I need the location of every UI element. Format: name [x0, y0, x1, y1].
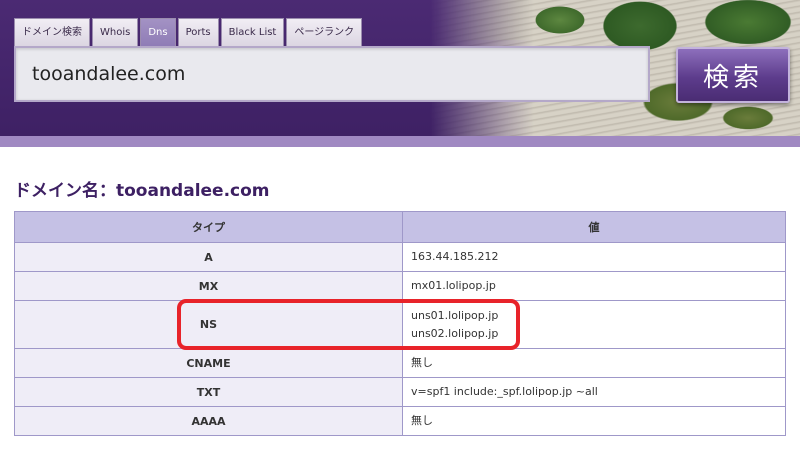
record-value: 無し — [402, 348, 786, 378]
record-type: TXT — [14, 377, 403, 407]
search-button[interactable]: 検索 — [676, 47, 790, 103]
search-box — [14, 46, 650, 102]
tab-whois[interactable]: Whois — [92, 18, 139, 46]
tab-ports[interactable]: Ports — [177, 18, 219, 46]
record-value-line: 無し — [411, 356, 433, 369]
nav-tabs: ドメイン検索 Whois Dns Ports Black List ページランク — [14, 18, 363, 46]
dns-records-table: タイプ 値 A 163.44.185.212 MX mx01.lolipop.j… — [14, 211, 786, 436]
record-value: v=spf1 include:_spf.lolipop.jp ~all — [402, 377, 786, 407]
table-row: CNAME 無し — [14, 348, 786, 378]
tab-pagerank[interactable]: ページランク — [286, 18, 363, 46]
record-value: mx01.lolipop.jp — [402, 271, 786, 301]
table-row: AAAA 無し — [14, 406, 786, 436]
tab-blacklist[interactable]: Black List — [220, 18, 285, 46]
record-type: MX — [14, 271, 403, 301]
table-row: NS uns01.lolipop.jp uns02.lolipop.jp — [14, 300, 786, 349]
record-value-line: uns02.lolipop.jp — [411, 326, 499, 340]
table-row: A 163.44.185.212 — [14, 242, 786, 272]
table-header-row: タイプ 値 — [14, 211, 786, 243]
record-type: NS — [14, 300, 403, 349]
table-row: MX mx01.lolipop.jp — [14, 271, 786, 301]
record-value-line: 無し — [411, 414, 433, 427]
header-stripe — [0, 136, 800, 147]
record-value-line: uns01.lolipop.jp — [411, 308, 499, 322]
record-value: 無し — [402, 406, 786, 436]
tab-domain-search[interactable]: ドメイン検索 — [14, 18, 90, 46]
page-title: ドメイン名：tooandalee.com — [14, 181, 270, 201]
header: ドメイン検索 Whois Dns Ports Black List ページランク… — [0, 0, 800, 147]
column-header-value: 値 — [402, 211, 786, 243]
tab-dns[interactable]: Dns — [140, 18, 176, 46]
record-type: AAAA — [14, 406, 403, 436]
record-value: uns01.lolipop.jp uns02.lolipop.jp — [402, 300, 786, 349]
column-header-type: タイプ — [14, 211, 403, 243]
search-input[interactable] — [16, 48, 648, 100]
table-row: TXT v=spf1 include:_spf.lolipop.jp ~all — [14, 377, 786, 407]
record-type: A — [14, 242, 403, 272]
record-value-line: mx01.lolipop.jp — [411, 279, 496, 292]
record-value-line: v=spf1 include:_spf.lolipop.jp ~all — [411, 385, 598, 398]
record-value-line: 163.44.185.212 — [411, 250, 499, 263]
record-type: CNAME — [14, 348, 403, 378]
record-value: 163.44.185.212 — [402, 242, 786, 272]
